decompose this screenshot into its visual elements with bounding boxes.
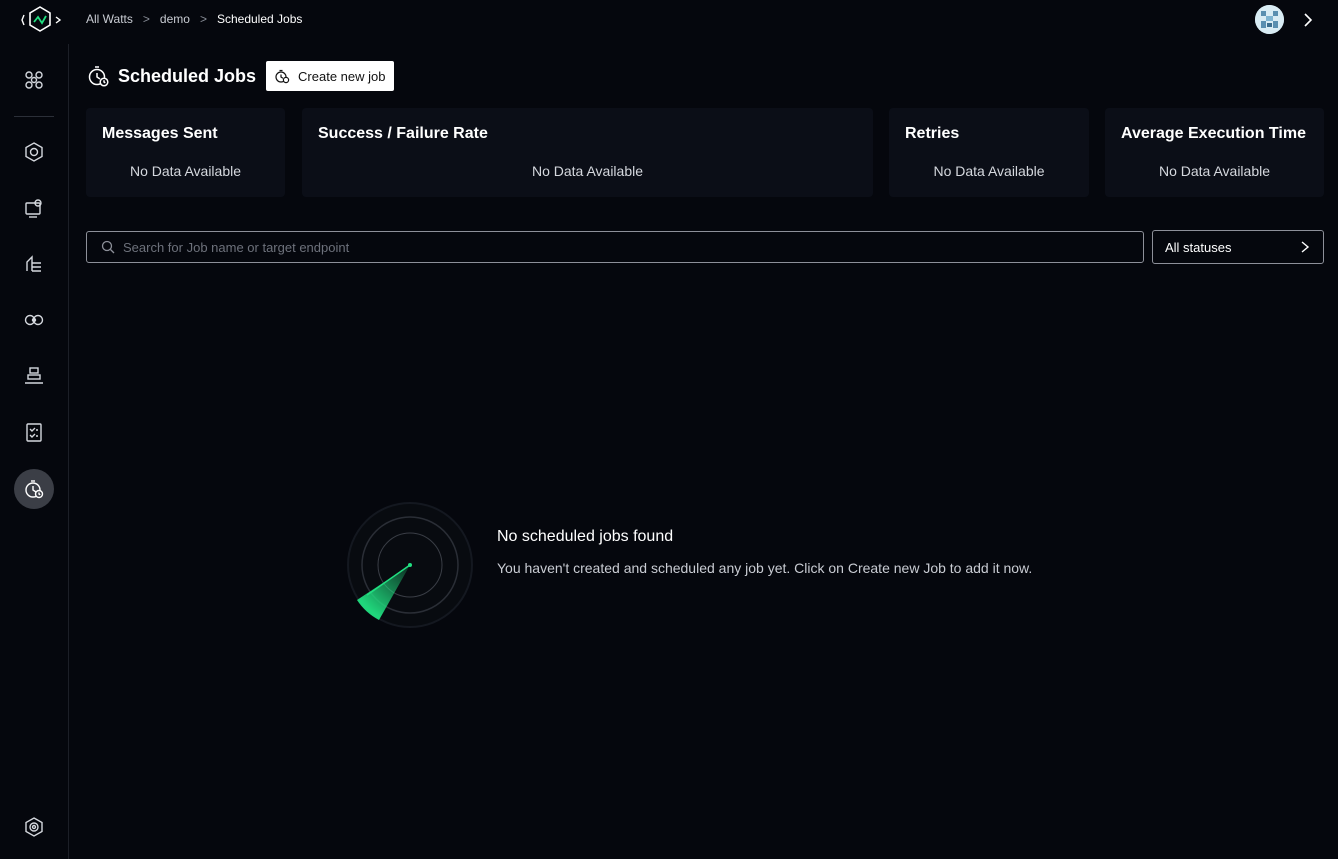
page-header: Scheduled Jobs Create new job (86, 61, 394, 91)
stack-icon[interactable] (14, 356, 54, 396)
empty-state-description: You haven't created and scheduled any jo… (497, 560, 1033, 576)
sidebar-divider (14, 116, 54, 117)
scheduled-jobs-icon (86, 64, 110, 88)
metric-title: Success / Failure Rate (318, 125, 488, 142)
status-filter-value: All statuses (1165, 239, 1232, 255)
breadcrumb-separator: > (142, 12, 150, 26)
status-filter-select[interactable]: All statuses (1152, 230, 1324, 264)
page-title: Scheduled Jobs (118, 65, 257, 86)
metric-value: No Data Available (933, 163, 1045, 179)
metric-card-average-execution-time: Average Execution Time No Data Available (1105, 108, 1324, 197)
chevron-right-icon[interactable] (1300, 11, 1316, 29)
metric-title: Average Execution Time (1121, 125, 1306, 142)
search-field[interactable] (86, 231, 1144, 263)
connections-icon[interactable] (14, 300, 54, 340)
scheduled-jobs-icon (275, 69, 290, 84)
create-new-job-button[interactable]: Create new job (266, 61, 394, 91)
metric-card-retries: Retries No Data Available (889, 108, 1089, 197)
breadcrumb-item-current: Scheduled Jobs (216, 12, 303, 26)
metric-title: Retries (905, 125, 960, 142)
metric-card-messages-sent: Messages Sent No Data Available (86, 108, 285, 197)
breadcrumb: All Watts > demo > Scheduled Jobs (86, 12, 302, 26)
breadcrumb-item-all-watts[interactable]: All Watts (86, 12, 133, 26)
radar-illustration (345, 500, 475, 630)
metric-title: Messages Sent (102, 125, 218, 142)
empty-state-title: No scheduled jobs found (497, 528, 674, 545)
chevron-right-icon (1301, 241, 1310, 253)
breadcrumb-item-demo[interactable]: demo (160, 12, 190, 26)
avatar[interactable] (1255, 5, 1284, 34)
search-input[interactable] (123, 239, 1143, 255)
checklist-icon[interactable] (14, 412, 54, 452)
services-icon[interactable] (14, 132, 54, 172)
empty-state: No scheduled jobs found You haven't crea… (345, 500, 1105, 630)
logo-icon[interactable] (20, 5, 64, 35)
top-bar: All Watts > demo > Scheduled Jobs (0, 0, 1338, 40)
metric-value: No Data Available (129, 163, 242, 179)
settings-icon[interactable] (14, 807, 54, 847)
metric-value: No Data Available (1158, 163, 1271, 179)
search-icon (101, 240, 115, 254)
sidebar (0, 44, 69, 859)
create-new-job-label: Create new job (298, 68, 386, 84)
metric-card-success-failure-rate: Success / Failure Rate No Data Available (302, 108, 873, 197)
dashboard-icon[interactable] (14, 60, 54, 100)
breadcrumb-separator: > (199, 12, 207, 26)
apps-icon[interactable] (14, 188, 54, 228)
deploy-icon[interactable] (14, 244, 54, 284)
scheduled-jobs-icon[interactable] (14, 469, 54, 509)
metric-value: No Data Available (531, 163, 644, 179)
